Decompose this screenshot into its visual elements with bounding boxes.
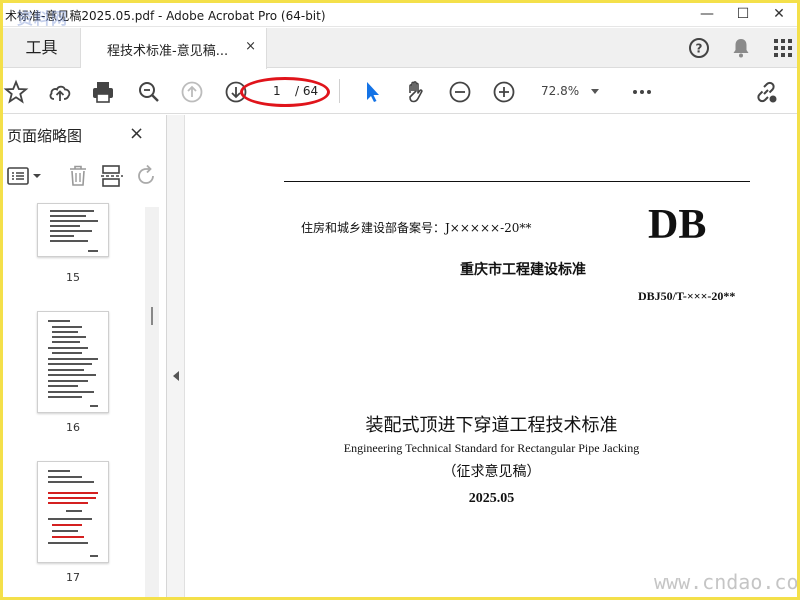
zoom-out-icon[interactable] (447, 79, 473, 105)
tab-close-icon[interactable]: × (245, 39, 256, 54)
registration-number: 住房和城乡建设部备案号：J×××××-20** (301, 221, 532, 235)
apps-grid-icon[interactable] (771, 36, 795, 60)
highlight-annotation (240, 77, 330, 107)
help-icon[interactable]: ? (687, 36, 711, 60)
document-title-cn: 装配式顶进下穿道工程技术标准 (365, 415, 618, 436)
toolbar-divider (339, 79, 340, 103)
panel-collapse-handle[interactable] (167, 115, 185, 597)
maximize-icon[interactable]: ☐ (725, 3, 761, 27)
zoom-in-icon[interactable] (491, 79, 517, 105)
svg-text:?: ? (696, 42, 703, 56)
zoom-search-icon[interactable] (136, 79, 162, 105)
db-mark: DB (648, 202, 707, 248)
tab-document-label: 程技术标准-意见稿... (107, 44, 229, 59)
zoom-dropdown[interactable]: 72.8% (533, 80, 607, 104)
tab-document[interactable]: 程技术标准-意见稿... × (81, 28, 267, 69)
tab-bar: 工具 程技术标准-意见稿... × ? (3, 28, 797, 69)
panel-title: 页面缩略图 (7, 127, 83, 145)
delete-icon[interactable] (65, 163, 91, 189)
extract-icon[interactable] (99, 163, 125, 189)
document-title-en: Engineering Technical Standard for Recta… (343, 441, 640, 455)
draft-label: （征求意见稿） (442, 464, 541, 480)
panel-toolbar (3, 159, 163, 193)
zoom-value: 72.8% (541, 84, 580, 98)
site-watermark: www.cndao.com (654, 570, 800, 594)
chevron-left-icon (173, 371, 179, 381)
thumbnail-options-icon[interactable] (7, 165, 43, 187)
hand-icon[interactable] (403, 79, 429, 105)
app-window: 术标准-意见稿2025.05.pdf - Adobe Acrobat Pro (… (0, 0, 800, 600)
title-bar: 术标准-意见稿2025.05.pdf - Adobe Acrobat Pro (… (3, 3, 797, 28)
more-icon[interactable] (629, 79, 655, 105)
close-icon[interactable]: ✕ (761, 3, 797, 27)
bell-icon[interactable] (729, 36, 753, 60)
standard-organization: 重庆市工程建设标准 (460, 262, 586, 278)
star-icon[interactable] (3, 79, 29, 105)
document-date: 2025.05 (468, 491, 515, 506)
header-rule (284, 181, 750, 182)
thumbnail-label-16: 16 (66, 421, 80, 434)
page-thumbnail-17[interactable] (37, 461, 109, 563)
standard-code: DBJ50/T-×××-20** (638, 289, 736, 303)
share-link-icon[interactable] (753, 79, 779, 105)
page-thumbnail-15[interactable] (37, 203, 109, 257)
cloud-upload-icon[interactable] (47, 79, 73, 105)
rotate-icon[interactable] (133, 163, 159, 189)
chevron-down-icon (591, 89, 599, 94)
document-view[interactable]: 住房和城乡建设部备案号：J×××××-20** DB 重庆市工程建设标准 DBJ… (186, 115, 797, 597)
page-up-icon[interactable] (179, 79, 205, 105)
tab-tools[interactable]: 工具 (3, 28, 81, 68)
panel-scrollbar[interactable] (145, 207, 159, 597)
page-thumbnail-16[interactable] (37, 311, 109, 413)
print-icon[interactable] (90, 79, 116, 105)
watermark-logo: 资料网 (17, 9, 69, 28)
select-arrow-icon[interactable] (359, 79, 385, 105)
minimize-icon[interactable]: — (689, 3, 725, 27)
scrollbar-thumb[interactable] (151, 307, 153, 325)
thumbnail-label-17: 17 (66, 571, 80, 584)
thumbnail-label-15: 15 (66, 271, 80, 284)
main-toolbar: 1 / 64 72.8% (3, 69, 797, 114)
panel-close-icon[interactable]: × (129, 123, 144, 144)
thumbnails-panel: 页面缩略图 × 15 16 17 (3, 115, 167, 597)
